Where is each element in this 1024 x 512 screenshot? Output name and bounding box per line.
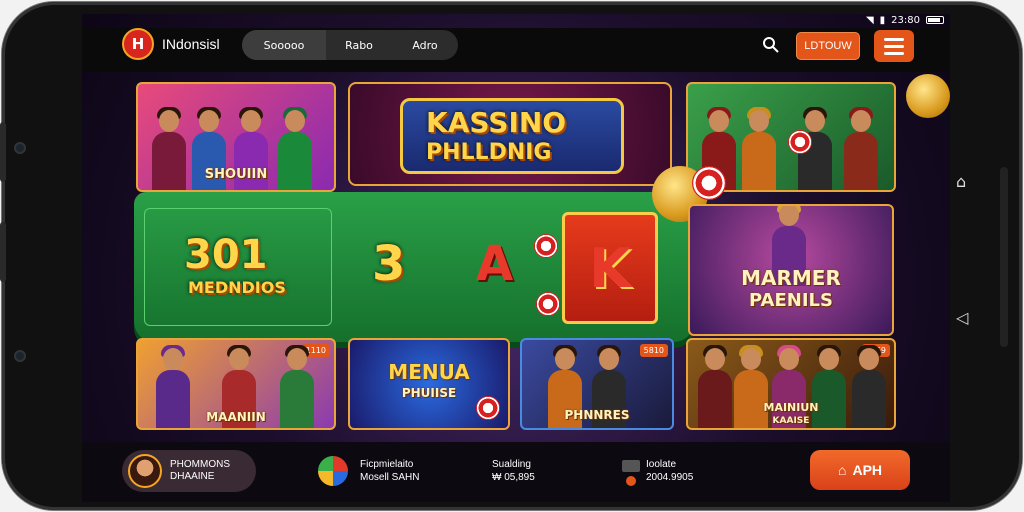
bottom-bar: PHOMMONS DHAAINE Ficpmielaito Mosell SAH… <box>82 442 950 502</box>
poker-chip-icon <box>536 292 560 316</box>
avatar <box>128 454 162 488</box>
stat-2-label: Sualding <box>492 459 531 470</box>
app-logo[interactable]: H <box>122 28 154 60</box>
stat-block-3: Ioolate 2004.9905 <box>646 458 693 484</box>
stat-3-value: 2004.9905 <box>646 472 694 483</box>
wallet-icon <box>622 460 640 472</box>
coin-icon <box>626 476 636 486</box>
profile-name: PHOMMONS DHAAINE <box>170 459 230 483</box>
home-icon: ⌂ <box>837 462 847 478</box>
game-table[interactable]: 301 MEDNDIOS 3 A K <box>134 192 694 342</box>
game-card-bottom-3[interactable]: 5810 PHNNRES <box>520 338 674 430</box>
stat-block-2: Sualding ₩ 05,895 <box>492 458 535 484</box>
king-card: K <box>562 212 658 324</box>
game-title-line1: MAINIUN <box>763 401 819 414</box>
hamburger-icon[interactable] <box>874 30 914 62</box>
login-button[interactable]: LDTOUW <box>796 32 860 60</box>
game-card-bottom-2[interactable]: MENUA PHUIISE <box>348 338 510 430</box>
game-card-top-left[interactable]: SHOUIIN <box>136 82 336 192</box>
profile-chip[interactable]: PHOMMONS DHAAINE <box>122 450 256 492</box>
profile-line-2: DHAAINE <box>170 471 215 482</box>
battery-icon <box>926 16 944 24</box>
poker-chip-icon <box>692 166 726 200</box>
game-badge: 5810 <box>639 344 668 357</box>
game-title-line1: MENUA <box>388 360 470 384</box>
character <box>844 107 878 190</box>
featured-game-card[interactable]: KASSINO PHLLDNIG <box>348 82 672 186</box>
stat-1-label: Ficpmielaito <box>360 459 414 470</box>
stat-3-label: Ioolate <box>646 459 677 470</box>
app-screen: ◥ ▮ 23:80 H INdonsisl Sooooo Rabo Adro L… <box>82 14 950 502</box>
sensor-dot <box>14 350 26 362</box>
game-title-line1: MARMER <box>741 266 841 290</box>
card-three: 3 <box>372 236 406 292</box>
featured-title-line1: KASSINO <box>426 106 567 139</box>
wifi-icon: ◥ <box>865 14 874 26</box>
back-nav-icon[interactable]: ◁ <box>956 308 968 327</box>
app-download-button[interactable]: ⌂ APH <box>810 450 910 490</box>
stat-1-value: Mosell SAHN <box>360 472 420 483</box>
signal-icon: ▮ <box>879 14 886 26</box>
clock: 23:80 <box>891 14 920 26</box>
game-title: PHNNRES <box>564 408 630 422</box>
home-nav-icon[interactable]: ⌂ <box>956 172 966 191</box>
game-ball-icon <box>318 456 348 486</box>
profile-line-1: PHOMMONS <box>170 459 230 470</box>
app-button-label: APH <box>852 462 883 478</box>
poker-chip-icon <box>476 396 500 420</box>
search-icon[interactable] <box>762 36 780 54</box>
phone-frame: ⌂ ◁ ◥ ▮ 23:80 H INdonsisl Sooooo Rabo Ad… <box>0 2 1022 510</box>
game-card-bottom-4[interactable]: 1169 MAINIUN KAAISE <box>686 338 896 430</box>
card-king: K <box>589 236 631 300</box>
status-bar: ◥ ▮ 23:80 <box>866 14 944 26</box>
game-title: SHOUIIN <box>204 167 268 182</box>
game-title: MAANIIN <box>206 410 266 424</box>
gold-coin-icon <box>906 74 950 118</box>
game-title-line2: PAENILS <box>749 290 833 311</box>
game-card-bottom-1[interactable]: 1110 MAANIIN <box>136 338 336 430</box>
nav-tabs: Sooooo Rabo Adro <box>242 30 458 60</box>
game-card-right-mid[interactable]: MARMER PAENILS <box>688 204 894 336</box>
featured-title-line2: PHLLDNIG <box>426 140 552 165</box>
card-ace: A <box>476 236 514 292</box>
front-camera <box>14 142 26 154</box>
poker-chip-icon <box>534 234 558 258</box>
right-side-button <box>1000 167 1008 347</box>
table-number: 301 <box>184 232 268 278</box>
character <box>742 107 776 190</box>
brand-name: INdonsisl <box>162 36 220 52</box>
table-subtitle: MEDNDIOS <box>188 278 286 297</box>
game-title-line2: KAAISE <box>772 416 810 426</box>
tab-3[interactable]: Adro <box>392 30 458 60</box>
tab-2[interactable]: Rabo <box>326 30 392 60</box>
stat-block-1: Ficpmielaito Mosell SAHN <box>360 458 419 484</box>
stat-2-value: ₩ 05,895 <box>492 472 535 483</box>
poker-chip-icon <box>788 130 812 154</box>
power-button <box>0 222 6 282</box>
tab-1[interactable]: Sooooo <box>242 30 326 60</box>
volume-button <box>0 122 6 182</box>
